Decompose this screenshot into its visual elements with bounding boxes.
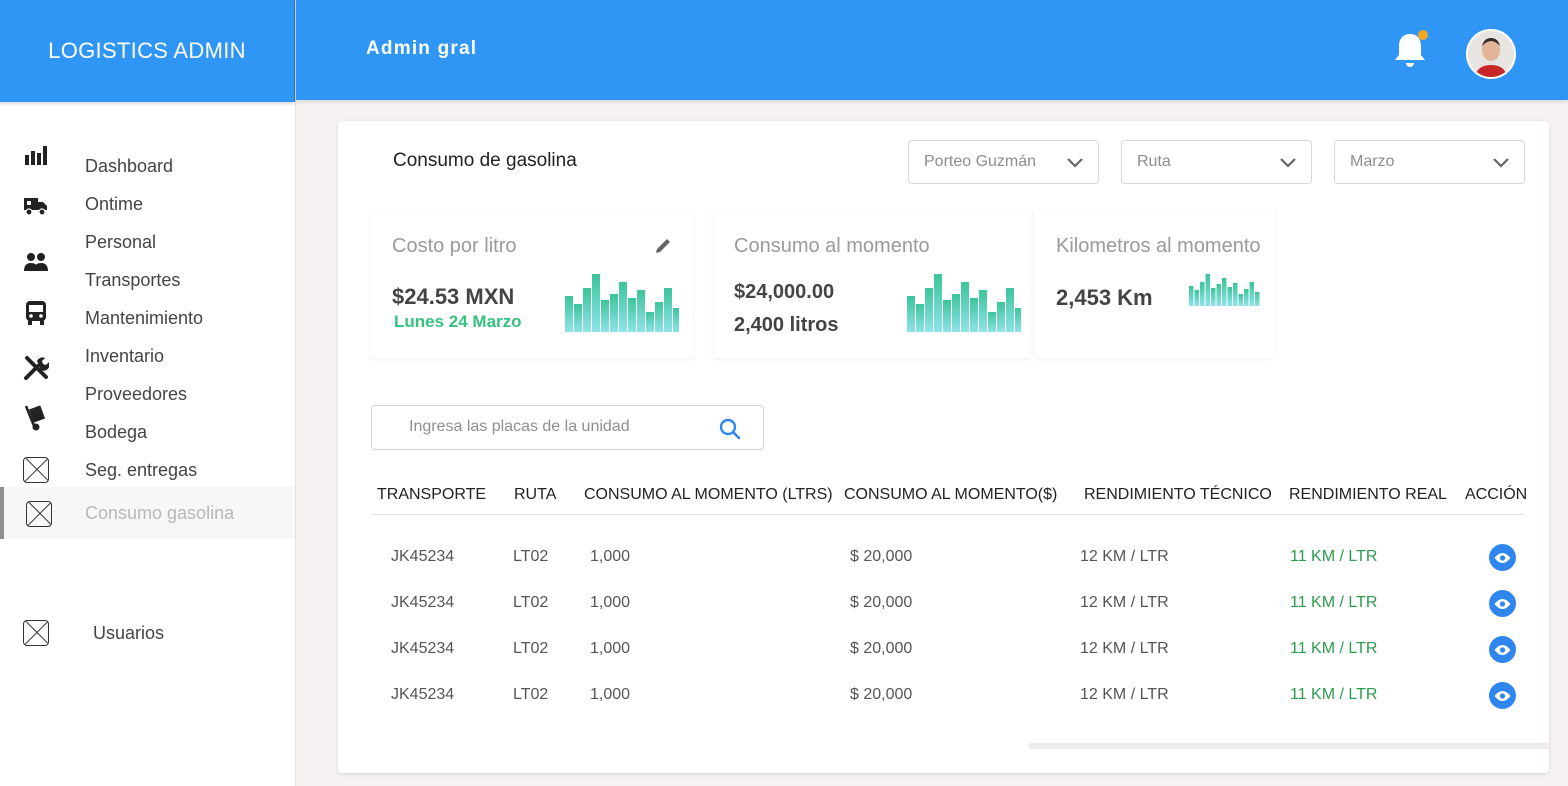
cell-consumo-money: $ 20,000 [850, 548, 913, 565]
cell-consumo-money: $ 20,000 [850, 686, 913, 703]
stat-liters: 2,400 litros [734, 314, 839, 336]
stat-value: 2,453 Km [1056, 285, 1153, 310]
brand-logo[interactable]: LOGISTICS ADMIN [0, 0, 295, 102]
cell-consumo-ltrs: 1,000 [590, 548, 631, 565]
cell-rendimiento-real: 11 KM / LTR [1290, 640, 1378, 657]
cell-ruta: LT02 [513, 548, 549, 565]
eye-icon [1494, 552, 1511, 563]
view-eye-button[interactable] [1489, 590, 1516, 617]
cell-consumo-ltrs: 1,000 [590, 594, 631, 611]
edit-pencil-icon[interactable] [653, 236, 673, 256]
table-header: TRANSPORTE RUTA CONSUMO AL MOMENTO (LTRS… [371, 473, 1527, 515]
cell-transporte: JK45234 [391, 640, 455, 657]
sidebar-item-dashboard[interactable]: Dashboard [0, 147, 295, 185]
sparkline-bars [565, 274, 679, 332]
stat-label: Costo por litro [392, 235, 517, 257]
chevron-down-icon [1067, 158, 1083, 168]
sidebar-item-transportes[interactable]: Transportes [0, 261, 295, 299]
cell-rendimiento-tecnico: 12 KM / LTR [1080, 594, 1169, 611]
cell-rendimiento-real: 11 KM / LTR [1290, 594, 1378, 611]
chevron-down-icon [1280, 158, 1296, 168]
cell-consumo-money: $ 20,000 [850, 640, 913, 657]
sidebar-item-ontime[interactable]: Ontime [0, 185, 295, 223]
sparkline-bars [1189, 274, 1260, 306]
horizontal-scrollbar[interactable] [1028, 743, 1549, 749]
table-row: JK45234 LT02 1,000 $ 20,000 12 KM / LTR … [371, 534, 1524, 580]
notification-bell-icon[interactable] [1392, 30, 1428, 70]
stat-amount: $24,000.00 [734, 281, 835, 303]
view-eye-button[interactable] [1489, 544, 1516, 571]
table-row: JK45234 LT02 1,000 $ 20,000 12 KM / LTR … [371, 626, 1524, 672]
sidebar-item-proveedores[interactable]: Proveedores [0, 375, 295, 413]
column-header[interactable]: CONSUMO AL MOMENTO($) [844, 486, 1057, 504]
card-title: Consumo de gasolina [393, 150, 577, 171]
sidebar-item-consumo-gasolina[interactable]: Consumo gasolina [0, 487, 295, 539]
view-eye-button[interactable] [1489, 636, 1516, 663]
column-header[interactable]: RUTA [514, 486, 556, 504]
cell-ruta: LT02 [513, 686, 549, 703]
month-select-value: Marzo [1350, 153, 1395, 170]
chevron-down-icon [1493, 158, 1509, 168]
stat-date: Lunes 24 Marzo [394, 312, 522, 331]
cell-consumo-money: $ 20,000 [850, 594, 913, 611]
eye-icon [1494, 644, 1511, 655]
stat-value: $24.53 MXN [392, 284, 515, 309]
cell-ruta: LT02 [513, 594, 549, 611]
sparkline-bars [907, 274, 1021, 332]
sidebar-item-label: Consumo gasolina [85, 502, 235, 523]
stat-label: Kilometros al momento [1056, 235, 1261, 257]
route-select-value: Ruta [1137, 153, 1171, 170]
cell-consumo-ltrs: 1,000 [590, 686, 631, 703]
route-select[interactable]: Ruta [1121, 140, 1312, 184]
stat-label: Consumo al momento [734, 235, 930, 257]
search-icon[interactable] [719, 418, 741, 440]
cell-ruta: LT02 [513, 640, 549, 657]
cell-transporte: JK45234 [391, 686, 455, 703]
company-select[interactable]: Porteo Guzmán [908, 140, 1099, 184]
eye-icon [1494, 690, 1511, 701]
sidebar-item-personal[interactable]: Personal [0, 223, 295, 261]
sidebar-item-mantenimiento[interactable]: Mantenimiento [0, 299, 295, 337]
eye-icon [1494, 598, 1511, 609]
top-bar: Admin gral [296, 0, 1568, 100]
cell-rendimiento-real: 11 KM / LTR [1290, 548, 1378, 565]
page-title: Admin gral [366, 38, 478, 59]
sidebar-item-bodega[interactable]: Bodega [0, 413, 295, 451]
month-select[interactable]: Marzo [1334, 140, 1525, 184]
cell-rendimiento-tecnico: 12 KM / LTR [1080, 686, 1169, 703]
cell-rendimiento-real: 11 KM / LTR [1290, 686, 1378, 703]
column-header[interactable]: RENDIMIENTO TÉCNICO [1084, 486, 1272, 504]
avatar[interactable] [1466, 29, 1516, 79]
cell-consumo-ltrs: 1,000 [590, 640, 631, 657]
cell-rendimiento-tecnico: 12 KM / LTR [1080, 640, 1169, 657]
stat-cost-per-liter: Costo por litro $24.53 MXN Lunes 24 Marz… [371, 210, 693, 358]
company-select-value: Porteo Guzmán [924, 153, 1037, 170]
column-header[interactable]: CONSUMO AL MOMENTO (LTRS) [584, 486, 833, 504]
plate-search [371, 405, 764, 450]
view-eye-button[interactable] [1489, 682, 1516, 709]
column-header[interactable]: ACCIÓN [1465, 486, 1527, 504]
cell-transporte: JK45234 [391, 594, 455, 611]
placeholder-icon [26, 501, 52, 527]
column-header[interactable]: TRANSPORTE [377, 486, 486, 504]
sidebar-item-inventario[interactable]: Inventario [0, 337, 295, 375]
cell-rendimiento-tecnico: 12 KM / LTR [1080, 548, 1169, 565]
cell-transporte: JK45234 [391, 548, 455, 565]
table-row: JK45234 LT02 1,000 $ 20,000 12 KM / LTR … [371, 580, 1524, 626]
stat-current-consumption: Consumo al momento $24,000.00 2,400 litr… [713, 210, 1031, 358]
stat-kilometers: Kilometros al momento 2,453 Km [1035, 210, 1275, 358]
sidebar-item-usuarios[interactable]: Usuarios [0, 614, 295, 652]
fuel-consumption-card: Consumo de gasolina Porteo Guzmán Ruta M… [338, 121, 1549, 773]
table-row: JK45234 LT02 1,000 $ 20,000 12 KM / LTR … [371, 672, 1524, 718]
column-header[interactable]: RENDIMIENTO REAL [1289, 486, 1447, 504]
search-input[interactable] [409, 418, 709, 436]
sidebar: LOGISTICS ADMIN Dashboard Ontime Persona… [0, 0, 296, 786]
sidebar-item-seg-entregas[interactable]: Seg. entregas [0, 451, 295, 489]
notification-dot [1418, 30, 1428, 40]
